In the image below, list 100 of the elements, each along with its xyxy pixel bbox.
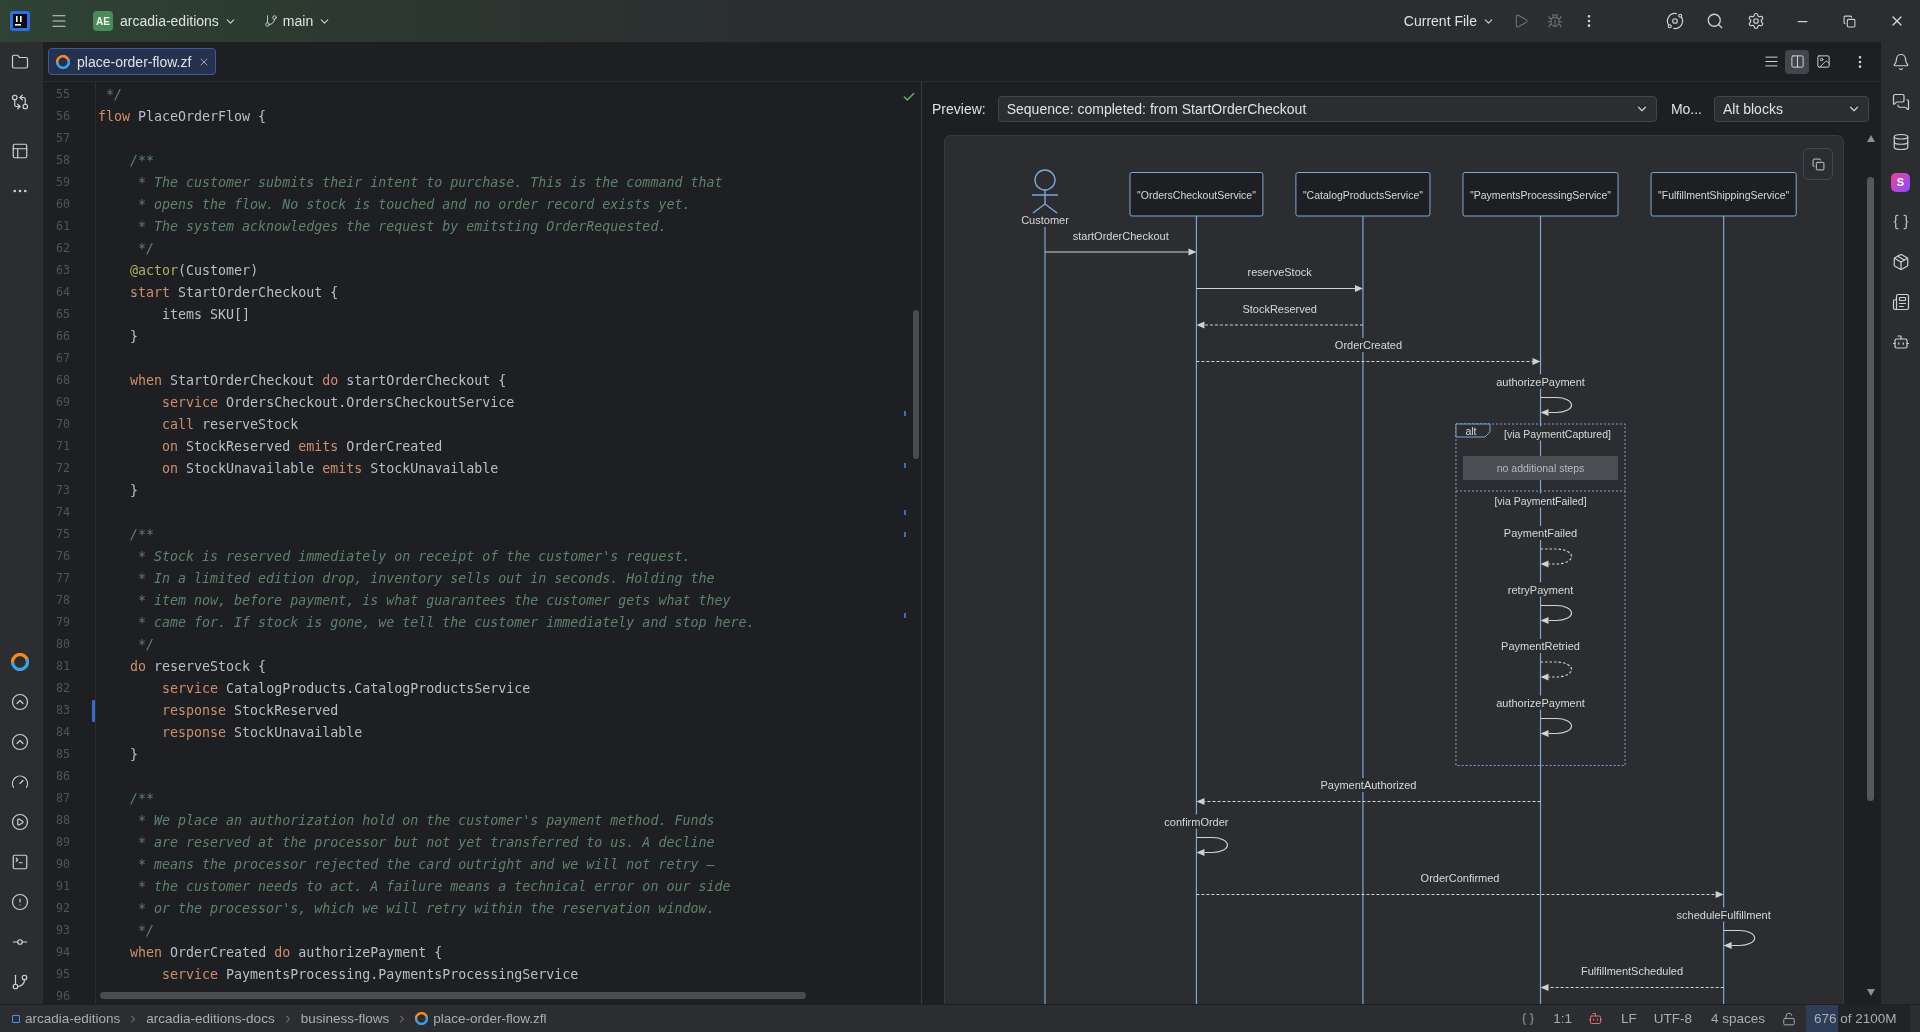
chevron-circle-icon[interactable]: [10, 733, 29, 751]
database-icon[interactable]: [1891, 133, 1910, 151]
scrollbar-thumb[interactable]: [1867, 177, 1874, 801]
code-line: * came for. If stock is gone, we tell the customer immediately and stop here.: [138, 614, 755, 632]
line-number: 57: [54, 133, 70, 145]
app-logo-icon[interactable]: [10, 11, 30, 31]
line-number: 71: [54, 441, 70, 453]
branch-selector[interactable]: main: [263, 7, 332, 35]
scrollbar-thumb[interactable]: [913, 310, 919, 459]
code-line: on StockReserved emits OrderCreated: [162, 438, 443, 456]
search-icon[interactable]: [1706, 12, 1724, 30]
code-line: items SKU[]: [162, 306, 251, 324]
code-line: * The customer submits their intent to purchase. This is the command that: [138, 174, 723, 192]
gauge-icon[interactable]: [10, 773, 29, 791]
line-number: 61: [54, 221, 70, 233]
terminal-icon[interactable]: [10, 853, 29, 871]
play-circle-icon[interactable]: [10, 813, 29, 831]
breadcrumb-item[interactable]: business-flows: [300, 1011, 390, 1026]
git-compare-icon[interactable]: [10, 93, 29, 111]
message-label: scheduleFulfillment: [1676, 908, 1771, 921]
mode-dropdown[interactable]: Alt blocks: [1714, 95, 1869, 122]
newspaper-icon[interactable]: [1891, 293, 1910, 311]
panels-icon[interactable]: [10, 142, 29, 160]
line-number: 65: [54, 309, 70, 321]
view-mode-button[interactable]: [1785, 49, 1809, 74]
participant-box: "FulfillmentShippingService": [1650, 172, 1797, 217]
braces-icon[interactable]: [1891, 213, 1910, 231]
restore-icon[interactable]: [1843, 14, 1856, 28]
split-columns-icon: [1789, 54, 1805, 69]
braces-icon[interactable]: [1521, 1011, 1536, 1026]
code-line: * The system acknowledges the request by emitsting OrderRequested.: [138, 218, 667, 236]
scroll-down-arrow-icon[interactable]: [1866, 989, 1875, 996]
alert-circle-icon[interactable]: [10, 893, 29, 911]
lines-icon: [1763, 54, 1779, 69]
git-branch-icon[interactable]: [10, 973, 29, 991]
message-label: reserveStock: [1247, 266, 1312, 278]
participant-box: "OrdersCheckoutService": [1129, 172, 1264, 217]
code-line: on StockUnavailable emits StockUnavailable: [162, 460, 499, 478]
bell-icon[interactable]: [1891, 53, 1910, 71]
line-number: 74: [54, 507, 70, 519]
line-separator[interactable]: LF: [1620, 1011, 1637, 1026]
stripe-mark-icon: [904, 510, 906, 515]
line-number: 66: [54, 331, 70, 343]
swirl-logo-icon: [415, 1012, 429, 1025]
folder-icon[interactable]: [10, 53, 29, 71]
chat-bubbles-icon[interactable]: [1891, 93, 1910, 111]
package-icon[interactable]: [1891, 253, 1910, 271]
code-line: * or the processor's, which we will retry within the reservation window.: [138, 900, 715, 918]
lock-open-icon[interactable]: [1782, 1011, 1796, 1026]
scrollbar-thumb[interactable]: [100, 992, 806, 999]
chevron-circle-icon[interactable]: [10, 693, 29, 711]
line-number: 88: [54, 815, 70, 827]
play-icon[interactable]: [1513, 13, 1529, 29]
copy-button[interactable]: [1803, 148, 1833, 180]
message-label: PaymentRetried: [1501, 640, 1580, 652]
swirl-logo-icon[interactable]: [10, 653, 29, 671]
line-number: 72: [54, 463, 70, 475]
empty-branch-note: no additional steps: [1463, 456, 1619, 480]
line-number: 93: [54, 925, 70, 937]
stripe-mark-icon: [904, 411, 906, 416]
project-badge[interactable]: AE: [93, 11, 113, 31]
memory-indicator[interactable]: 676 of 2100M: [1806, 1005, 1910, 1032]
code-line: */: [106, 86, 123, 104]
line-number: 58: [54, 155, 70, 167]
line-number: 64: [54, 287, 70, 299]
bot-icon[interactable]: [1587, 1011, 1603, 1026]
editor-tab[interactable]: place-order-flow.zf: [48, 48, 217, 75]
plugin-badge[interactable]: S: [1891, 172, 1910, 192]
scroll-up-arrow-icon[interactable]: [1866, 135, 1875, 142]
line-number: 70: [54, 419, 70, 431]
stripe-mark-icon: [904, 532, 906, 537]
menu-icon[interactable]: [50, 12, 68, 30]
file-encoding[interactable]: UTF-8: [1653, 1011, 1692, 1026]
caret-position[interactable]: 1:1: [1553, 1011, 1572, 1026]
code-line: service PaymentsProcessing.PaymentsProcessingService: [162, 966, 579, 984]
fragment-tag: alt: [1455, 423, 1491, 438]
orbit-icon[interactable]: [1666, 12, 1684, 30]
breadcrumb-item[interactable]: place-order-flow.zfl: [433, 1011, 547, 1026]
bug-icon[interactable]: [1547, 13, 1563, 29]
line-number: 76: [54, 551, 70, 563]
line-number: 81: [54, 661, 70, 673]
bot-icon[interactable]: [1891, 333, 1910, 351]
code-line: * item now, before payment, is what guarantees the customer gets what they: [138, 592, 731, 610]
breadcrumb-item[interactable]: arcadia-editions: [25, 1011, 121, 1026]
line-number: 83: [54, 705, 70, 717]
preview-label: Preview:: [932, 100, 986, 117]
project-selector[interactable]: arcadia-editions: [120, 7, 237, 35]
indent-setting[interactable]: 4 spaces: [1710, 1011, 1765, 1026]
line-number: 89: [54, 837, 70, 849]
message-label: OrderCreated: [1334, 339, 1403, 351]
breadcrumb-item[interactable]: arcadia-editions-docs: [146, 1011, 275, 1026]
scenario-dropdown[interactable]: Sequence: completed: from StartOrderCheckout: [997, 95, 1657, 122]
code-line: * are reserved at the processor but not yet transferred to us. A decline: [138, 834, 715, 852]
line-number: 90: [54, 859, 70, 871]
line-number: 85: [54, 749, 70, 761]
settings-icon[interactable]: [1747, 12, 1765, 30]
line-number: 60: [54, 199, 70, 211]
copy-icon: [1811, 157, 1825, 171]
message-label: startOrderCheckout: [1072, 229, 1169, 242]
run-config-selector[interactable]: Current File: [1403, 7, 1495, 35]
